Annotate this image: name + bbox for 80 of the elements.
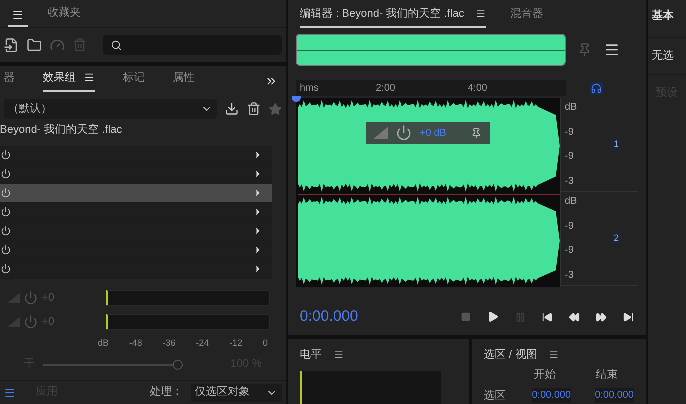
menu-icon[interactable] xyxy=(12,9,24,21)
power-icon[interactable] xyxy=(1,150,11,160)
scale-label: 0 xyxy=(262,337,268,350)
panel-tab[interactable]: 属性 xyxy=(173,70,195,92)
rewind-icon[interactable] xyxy=(569,312,580,323)
channel-number[interactable]: 1 xyxy=(610,138,622,152)
time-ruler[interactable]: hms 2:00 4:00 xyxy=(296,80,566,96)
panel-tab[interactable]: 收藏夹 xyxy=(48,4,81,27)
db-scale-label: dB xyxy=(565,101,578,115)
scale-label: -36 xyxy=(162,337,176,350)
more-tabs-icon[interactable] xyxy=(265,75,278,88)
editor-tab[interactable]: 编辑器 : Beyond- 我们的天空 .flac xyxy=(300,6,486,28)
panel-title: 电平 xyxy=(300,348,322,362)
panel-tab[interactable]: 效果组 xyxy=(43,70,95,92)
playhead-marker[interactable] xyxy=(292,96,301,102)
editor-tab[interactable]: 混音器 xyxy=(510,6,544,28)
power-icon[interactable] xyxy=(1,245,11,255)
ruler-label: hms xyxy=(299,82,320,96)
db-scale-label: dB xyxy=(565,195,578,209)
star-icon[interactable] xyxy=(269,102,282,116)
row-label: 选区 xyxy=(484,388,508,404)
db-scale-label: -9 xyxy=(565,244,575,258)
search-icon xyxy=(111,40,122,50)
menu-icon[interactable] xyxy=(84,72,95,84)
hud-gain-value: +0 dB xyxy=(420,126,446,140)
gain-knob-icon[interactable] xyxy=(396,125,412,141)
mix-slider[interactable] xyxy=(43,358,183,370)
list-icon[interactable] xyxy=(4,386,16,398)
start-time-field[interactable]: 0:00.000 xyxy=(532,388,572,404)
process-label: 处理： xyxy=(150,385,183,400)
scale-label: -24 xyxy=(196,337,210,350)
menu-icon[interactable] xyxy=(476,8,486,19)
fast-forward-icon[interactable] xyxy=(596,312,607,323)
delete-icon[interactable] xyxy=(247,102,261,116)
gain-hud[interactable]: +0 dB xyxy=(366,122,490,144)
scale-label: -12 xyxy=(230,337,243,350)
skip-back-icon[interactable] xyxy=(542,312,553,323)
menu-icon[interactable] xyxy=(549,350,560,360)
column-header: 结束 xyxy=(596,368,618,383)
overview-waveform[interactable] xyxy=(296,34,566,66)
db-scale-label: -9 xyxy=(565,150,575,164)
scale-label: dB xyxy=(98,337,110,350)
db-scale-label: -3 xyxy=(565,174,575,189)
panel-title: 基本 xyxy=(648,0,686,38)
panel-tab[interactable]: 标记 xyxy=(123,70,145,92)
folder-icon[interactable] xyxy=(27,38,42,52)
ruler-label: 2:00 xyxy=(376,82,396,96)
skip-forward-icon[interactable] xyxy=(623,312,634,323)
db-scale-label: -9 xyxy=(565,126,575,140)
search-field[interactable] xyxy=(103,35,282,55)
headphones-icon[interactable] xyxy=(590,82,603,94)
power-icon[interactable] xyxy=(1,226,11,236)
menu-tab[interactable] xyxy=(8,9,28,27)
process-dropdown[interactable]: 仅选区对象 xyxy=(191,384,282,402)
end-time-field[interactable]: 0:00.000 xyxy=(595,388,634,404)
file-name: Beyond- 我们的天空 .flac xyxy=(0,122,124,138)
pin-icon[interactable] xyxy=(471,128,482,138)
gain-ramp-icon xyxy=(8,293,20,303)
ruler-label: 4:00 xyxy=(468,82,488,96)
menu-icon[interactable] xyxy=(334,350,344,360)
download-icon[interactable] xyxy=(225,102,239,116)
power-icon[interactable] xyxy=(1,207,11,217)
db-scale-label: -9 xyxy=(565,220,575,234)
play-icon[interactable] xyxy=(487,311,499,324)
gain-ramp-icon xyxy=(8,317,20,327)
preset-dropdown[interactable]: （默认） xyxy=(4,99,217,119)
channel-number[interactable]: 2 xyxy=(610,232,622,246)
panel-title: 选区 / 视图 xyxy=(484,348,538,362)
current-time: 0:00.000 xyxy=(300,307,358,327)
import-file-icon[interactable] xyxy=(4,38,19,52)
column-header: 开始 xyxy=(534,368,556,383)
power-icon[interactable] xyxy=(1,188,11,198)
status-text: 无选 xyxy=(648,38,686,75)
panel-tab[interactable]: 器 xyxy=(4,70,15,92)
gain-ramp-icon xyxy=(374,127,388,139)
db-scale-label: -3 xyxy=(565,268,575,283)
power-icon[interactable] xyxy=(1,169,11,179)
power-icon[interactable] xyxy=(1,264,11,274)
scale-label: -48 xyxy=(129,337,142,350)
mix-slider-thumb[interactable] xyxy=(173,360,183,370)
